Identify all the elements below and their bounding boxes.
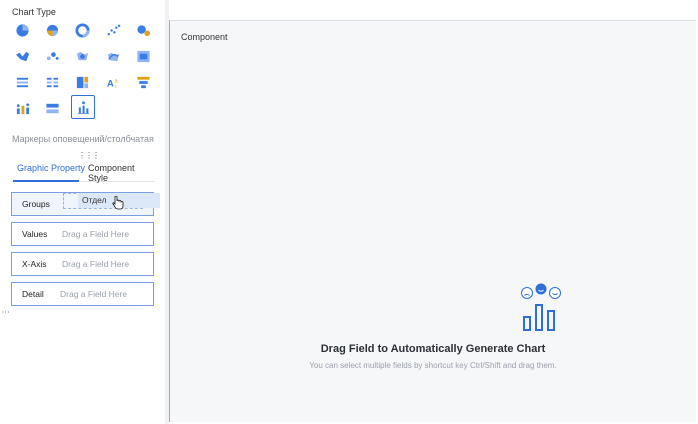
text-bar-icon[interactable] [41, 97, 63, 119]
map-heat-icon[interactable] [71, 45, 93, 67]
pie-icon[interactable] [11, 19, 33, 41]
hand-cursor-icon [112, 196, 124, 210]
detail-field-slot[interactable]: Detail Drag a Field Here [11, 282, 154, 306]
alert-marker-bar-icon[interactable] [71, 95, 95, 119]
dot-bar-icon[interactable] [11, 97, 33, 119]
empty-chart-illustration-icon [521, 283, 561, 331]
funnel-icon[interactable] [132, 71, 154, 93]
x-axis-label: X-Axis [22, 259, 47, 269]
rose-pie-icon[interactable] [41, 19, 63, 41]
tab-graphic-property[interactable]: Graphic Property [17, 163, 85, 173]
empty-state-hint: You can select multiple fields by shortc… [309, 361, 557, 370]
component-canvas[interactable]: Component Drag Field to Automatically Ge… [169, 20, 696, 422]
property-tabs: Graphic Property Component Style [10, 160, 155, 183]
values-field-slot[interactable]: Values Drag a Field Here [11, 222, 154, 246]
tab-component-style[interactable]: Component Style [88, 163, 155, 183]
map-flow-icon[interactable] [102, 45, 124, 67]
donut-icon[interactable] [71, 19, 93, 41]
treemap-icon[interactable] [71, 71, 93, 93]
map-fill-icon[interactable] [11, 45, 33, 67]
bubble-icon[interactable] [132, 19, 154, 41]
table-list-icon[interactable] [11, 71, 33, 93]
values-placeholder: Drag a Field Here [62, 229, 130, 239]
heat-grid-icon[interactable] [132, 45, 154, 67]
detail-label: Detail [22, 289, 44, 299]
panel-resize-handle[interactable]: ⋮ [1, 308, 10, 316]
values-label: Values [22, 229, 48, 239]
scatter-icon[interactable] [102, 19, 124, 41]
selected-chart-name: Маркеры оповещений/столбчатая [12, 134, 154, 144]
chart-config-panel: Chart Type A a z Маркеры оповещений/стол… [0, 0, 165, 424]
x-axis-field-slot[interactable]: X-Axis Drag a Field Here [11, 252, 154, 276]
svg-text:A: A [106, 78, 113, 88]
svg-text:z: z [114, 84, 117, 89]
chart-type-title: Chart Type [12, 7, 56, 17]
canvas-title: Component [181, 32, 228, 42]
empty-state-title: Drag Field to Automatically Generate Cha… [320, 343, 546, 355]
active-tab-indicator [13, 180, 79, 182]
cross-table-icon[interactable] [41, 71, 63, 93]
map-bubble-icon[interactable] [41, 45, 63, 67]
detail-placeholder: Drag a Field Here [60, 289, 128, 299]
dragging-field-label: Отдел [82, 195, 107, 205]
drag-handle-icon[interactable]: ⋮⋮⋮ [78, 151, 100, 160]
x-axis-placeholder: Drag a Field Here [62, 259, 130, 269]
word-cloud-icon[interactable]: Aaz [102, 71, 124, 93]
groups-label: Groups [22, 199, 50, 209]
